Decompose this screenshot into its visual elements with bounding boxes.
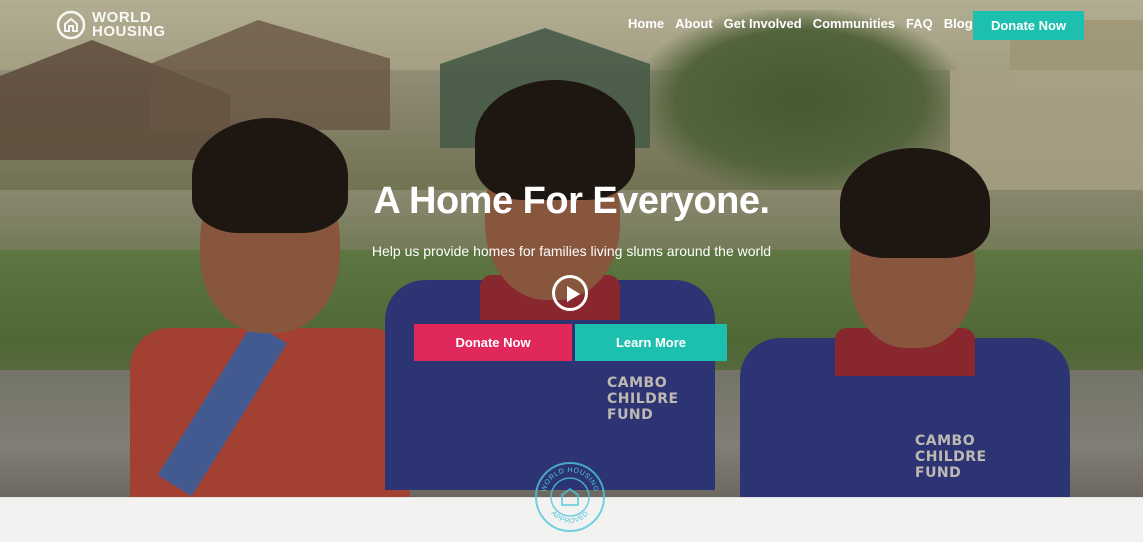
play-circle-icon[interactable]	[552, 275, 588, 311]
hero-donate-button[interactable]: Donate Now	[414, 324, 572, 361]
house-outline-icon	[56, 10, 86, 40]
hero-learn-more-button[interactable]: Learn More	[575, 324, 727, 361]
nav-faq[interactable]: FAQ	[906, 16, 933, 31]
logo[interactable]: WORLD HOUSING	[56, 10, 166, 40]
nav-get-involved[interactable]: Get Involved	[724, 16, 802, 31]
main-nav: Home About Get Involved Communities FAQ …	[628, 16, 973, 31]
nav-blog[interactable]: Blog	[944, 16, 973, 31]
page: CAMBO CHILDRE FUND CAMBO CHILDRE FUND WO…	[0, 0, 1143, 542]
nav-communities[interactable]: Communities	[813, 16, 895, 31]
hero-subhead: Help us provide homes for families livin…	[371, 243, 772, 259]
logo-wordmark: WORLD HOUSING	[92, 10, 166, 40]
svg-text:APPROVED: APPROVED	[550, 510, 591, 525]
hero-headline: A Home For Everyone.	[373, 180, 770, 222]
nav-about[interactable]: About	[675, 16, 713, 31]
seal-bottom-text: APPROVED	[550, 510, 590, 525]
logo-line-2: HOUSING	[92, 23, 166, 40]
header-donate-button[interactable]: Donate Now	[973, 11, 1084, 40]
approved-seal-icon: WORLD HOUSING APPROVED	[535, 462, 605, 532]
nav-home[interactable]: Home	[628, 16, 664, 31]
play-triangle	[567, 286, 580, 302]
site-header: WORLD HOUSING Home About Get Involved Co…	[0, 0, 1143, 50]
